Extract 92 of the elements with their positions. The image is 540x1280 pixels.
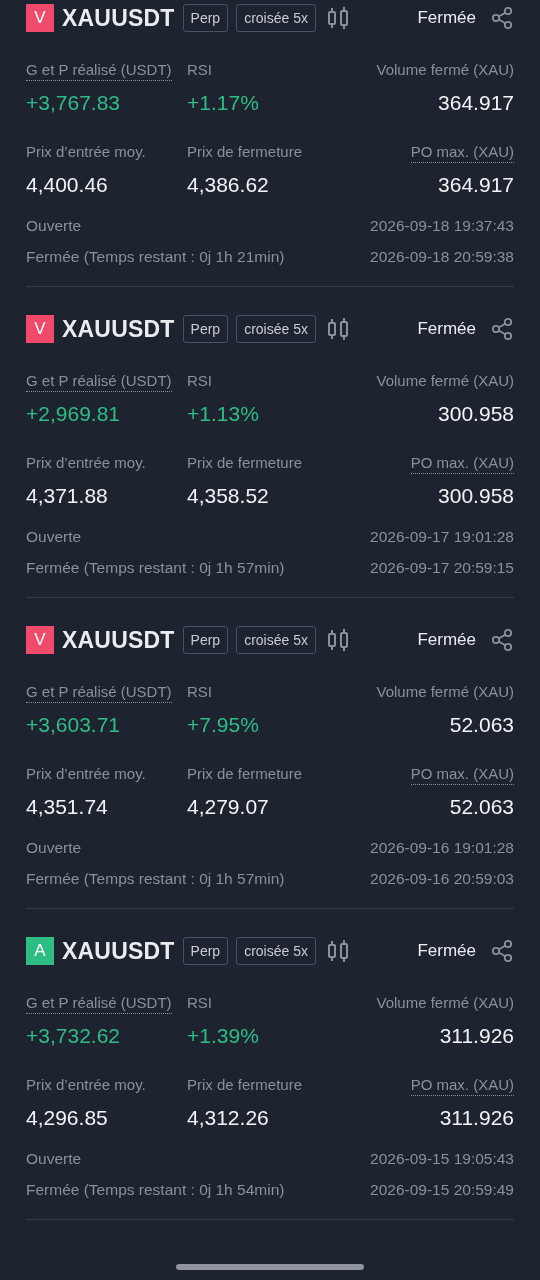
stat-label: Volume fermé (XAU) xyxy=(376,60,514,80)
candlestick-icon[interactable] xyxy=(325,6,350,30)
status-label: Fermée xyxy=(417,8,476,28)
tag: Perp xyxy=(182,315,229,343)
time-value: 2026-09-18 20:59:38 xyxy=(370,248,514,266)
stat-value: +1.13% xyxy=(187,402,259,426)
tag: croisée 5x xyxy=(236,937,316,965)
stat-label: Prix de fermeture xyxy=(187,1075,303,1095)
stat-value: 364.917 xyxy=(438,173,514,197)
side-badge: V xyxy=(26,4,54,32)
stat-value: 311.926 xyxy=(439,1024,514,1048)
time-value: 2026-09-17 20:59:15 xyxy=(370,559,514,577)
tag: croisée 5x xyxy=(236,315,316,343)
time-label: Ouverte xyxy=(26,528,82,546)
tag: croisée 5x xyxy=(236,626,316,654)
stat-label: RSI xyxy=(187,993,212,1013)
side-badge: V xyxy=(26,315,54,343)
tag: Perp xyxy=(182,626,229,654)
candlestick-icon[interactable] xyxy=(325,939,350,963)
stat-value: 4,312.26 xyxy=(187,1106,269,1130)
time-value: 2026-09-16 20:59:03 xyxy=(370,870,514,888)
stat-value: 300.958 xyxy=(438,402,514,426)
stat-label: Volume fermé (XAU) xyxy=(376,682,514,702)
stat-value: 4,371.88 xyxy=(26,484,108,508)
share-icon[interactable] xyxy=(490,6,514,30)
stat-value: 52.063 xyxy=(449,713,514,737)
stat-value: +3,767.83 xyxy=(26,91,120,115)
time-label: Ouverte xyxy=(26,1150,82,1168)
stat-label: PO max. (XAU) xyxy=(410,141,514,163)
symbol-title: XAUUSDT xyxy=(62,315,175,343)
stat-label: G et P réalisé (USDT) xyxy=(26,992,172,1014)
stat-label: Prix de fermeture xyxy=(187,142,303,162)
stat-value: 4,400.46 xyxy=(26,173,108,197)
stat-label: Prix d’entrée moy. xyxy=(26,453,146,473)
status-label: Fermée xyxy=(417,319,476,339)
stat-value: +2,969.81 xyxy=(26,402,120,426)
share-icon[interactable] xyxy=(490,628,514,652)
time-value: 2026-09-15 19:05:43 xyxy=(370,1150,514,1168)
tag: croisée 5x xyxy=(236,4,316,32)
time-value: 2026-09-16 19:01:28 xyxy=(370,839,514,857)
time-value: 2026-09-18 19:37:43 xyxy=(370,217,514,235)
stat-label: RSI xyxy=(187,682,212,702)
stat-label: Prix de fermeture xyxy=(187,764,303,784)
stat-label: G et P réalisé (USDT) xyxy=(26,59,172,81)
time-label: Fermée (Temps restant : 0j 1h 21min) xyxy=(26,248,285,266)
tag: Perp xyxy=(182,4,229,32)
stat-value: +1.17% xyxy=(187,91,259,115)
stat-label: Volume fermé (XAU) xyxy=(376,371,514,391)
stat-label: RSI xyxy=(187,60,212,80)
time-label: Fermée (Temps restant : 0j 1h 57min) xyxy=(26,870,285,888)
stat-label: PO max. (XAU) xyxy=(410,763,514,785)
stat-label: Prix d’entrée moy. xyxy=(26,764,146,784)
symbol-title: XAUUSDT xyxy=(62,626,175,654)
status-label: Fermée xyxy=(417,630,476,650)
stat-value: 4,386.62 xyxy=(187,173,269,197)
stat-label: Prix d’entrée moy. xyxy=(26,1075,146,1095)
stat-label: G et P réalisé (USDT) xyxy=(26,681,172,703)
stat-label: Prix de fermeture xyxy=(187,453,303,473)
stat-value: 300.958 xyxy=(438,484,514,508)
stat-label: Volume fermé (XAU) xyxy=(376,993,514,1013)
tag: Perp xyxy=(182,937,229,965)
symbol-title: XAUUSDT xyxy=(62,4,175,32)
stat-label: RSI xyxy=(187,371,212,391)
time-label: Ouverte xyxy=(26,839,82,857)
stat-value: +1.39% xyxy=(187,1024,259,1048)
share-icon[interactable] xyxy=(490,939,514,963)
side-badge: A xyxy=(26,937,54,965)
side-badge: V xyxy=(26,626,54,654)
stat-value: 364.917 xyxy=(438,91,514,115)
time-label: Ouverte xyxy=(26,217,82,235)
time-label: Fermée (Temps restant : 0j 1h 54min) xyxy=(26,1181,285,1199)
time-value: 2026-09-15 20:59:49 xyxy=(370,1181,514,1199)
stat-value: +3,603.71 xyxy=(26,713,120,737)
candlestick-icon[interactable] xyxy=(325,317,350,341)
status-label: Fermée xyxy=(417,941,476,961)
stat-label: PO max. (XAU) xyxy=(410,1074,514,1096)
stat-value: 311.926 xyxy=(439,1106,514,1130)
stat-value: +7.95% xyxy=(187,713,259,737)
stat-value: 4,351.74 xyxy=(26,795,108,819)
stat-value: 4,358.52 xyxy=(187,484,269,508)
time-label: Fermée (Temps restant : 0j 1h 57min) xyxy=(26,559,285,577)
stat-label: Prix d’entrée moy. xyxy=(26,142,146,162)
stat-label: PO max. (XAU) xyxy=(410,452,514,474)
stat-label: G et P réalisé (USDT) xyxy=(26,370,172,392)
stat-value: 4,279.07 xyxy=(187,795,269,819)
stat-value: 52.063 xyxy=(449,795,514,819)
symbol-title: XAUUSDT xyxy=(62,937,175,965)
share-icon[interactable] xyxy=(490,317,514,341)
candlestick-icon[interactable] xyxy=(325,628,350,652)
stat-value: 4,296.85 xyxy=(26,1106,108,1130)
time-value: 2026-09-17 19:01:28 xyxy=(370,528,514,546)
stat-value: +3,732.62 xyxy=(26,1024,120,1048)
